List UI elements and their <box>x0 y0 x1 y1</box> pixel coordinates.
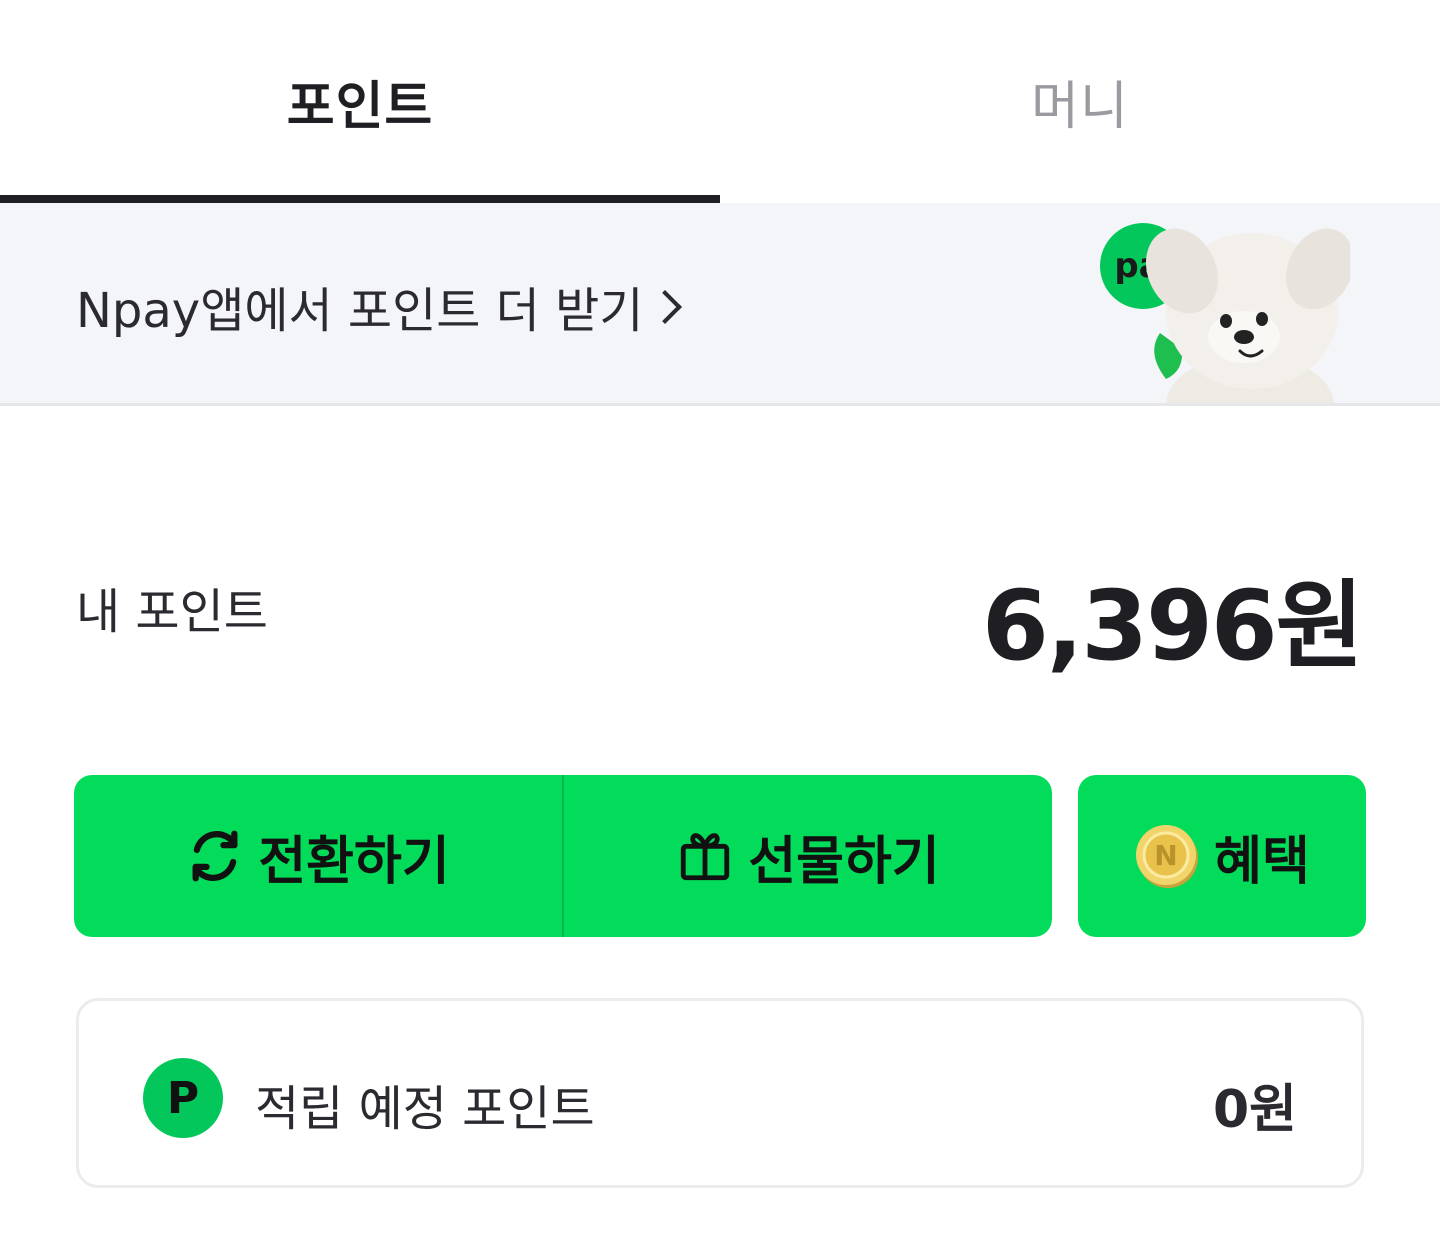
refresh-icon <box>186 827 244 885</box>
gift-icon <box>676 827 734 885</box>
mascot-dog-illustration <box>1146 228 1350 403</box>
my-points-amount: 6,396원 <box>982 570 1364 682</box>
gift-button[interactable]: 선물하기 <box>564 775 1052 937</box>
pending-points-card[interactable]: P 적립 예정 포인트 0원 <box>76 998 1364 1188</box>
convert-button-label: 전환하기 <box>258 831 450 892</box>
promo-banner-label: Npay앱에서 포인트 더 받기 <box>76 283 644 339</box>
convert-button[interactable]: 전환하기 <box>74 775 562 937</box>
benefit-button-label: 혜택 <box>1214 831 1310 892</box>
svg-text:N: N <box>1154 839 1177 872</box>
tab-points[interactable]: 포인트 <box>0 0 720 203</box>
gift-button-label: 선물하기 <box>748 831 940 892</box>
pending-points-value: 0원 <box>1212 1080 1297 1140</box>
promo-banner[interactable]: Npay앱에서 포인트 더 받기 pa <box>0 203 1440 406</box>
pending-points-label: 적립 예정 포인트 <box>255 1081 595 1137</box>
promo-banner-link[interactable]: Npay앱에서 포인트 더 받기 <box>76 271 683 341</box>
point-badge-icon: P <box>143 1058 223 1138</box>
benefit-button[interactable]: N 혜택 <box>1078 775 1366 937</box>
my-points-label: 내 포인트 <box>76 584 268 640</box>
active-tab-indicator <box>0 195 720 203</box>
chevron-right-icon <box>648 290 683 324</box>
tab-money[interactable]: 머니 <box>720 0 1440 203</box>
n-coin-icon: N <box>1134 823 1200 889</box>
tab-bar: 포인트 머니 <box>0 0 1440 203</box>
points-action-group: 전환하기 선물하기 <box>74 775 1052 937</box>
